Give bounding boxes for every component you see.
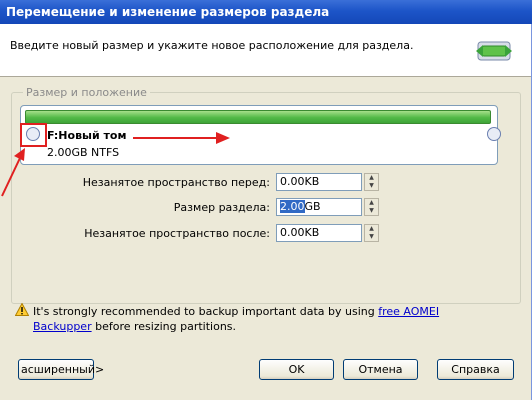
ok-button[interactable]: OK xyxy=(259,359,334,380)
right-resize-handle[interactable] xyxy=(487,127,501,141)
space-before-label: Незанятое пространство перед: xyxy=(82,176,270,189)
backup-warning: It's strongly recommended to backup impo… xyxy=(33,304,493,334)
size-value-selected: 2.00 xyxy=(280,200,305,213)
group-legend: Размер и положение xyxy=(23,86,150,99)
partition-info: 2.00GB NTFS xyxy=(47,146,120,159)
spin-down-icon[interactable]: ▼ xyxy=(365,182,378,190)
advanced-button[interactable]: асширенный> xyxy=(18,359,104,380)
spin-down-icon[interactable]: ▼ xyxy=(365,207,378,215)
dialog-window: Перемещение и изменение размеров раздела… xyxy=(0,0,532,400)
spin-down-icon[interactable]: ▼ xyxy=(365,233,378,241)
spin-up-icon[interactable]: ▲ xyxy=(365,225,378,233)
space-before-value: 0.00KB xyxy=(280,175,320,188)
space-before-input[interactable]: 0.00KB xyxy=(276,173,362,191)
resize-arrows-icon xyxy=(476,41,512,61)
window-title: Перемещение и изменение размеров раздела xyxy=(0,0,532,24)
cancel-button[interactable]: Отмена xyxy=(343,359,418,380)
warning-text-before: It's strongly recommended to backup impo… xyxy=(33,305,379,318)
space-after-value: 0.00KB xyxy=(280,226,320,239)
header-banner: Введите новый размер и укажите новое рас… xyxy=(0,24,531,77)
warning-icon xyxy=(15,303,29,316)
space-after-spinner[interactable]: ▲ ▼ xyxy=(364,224,379,242)
left-resize-handle[interactable] xyxy=(26,127,40,141)
size-label: Размер раздела: xyxy=(173,201,270,214)
size-spinner[interactable]: ▲ ▼ xyxy=(364,198,379,216)
banner-description: Введите новый размер и укажите новое рас… xyxy=(10,39,414,52)
partition-name: F:Новый том xyxy=(47,129,127,142)
space-after-input[interactable]: 0.00KB xyxy=(276,224,362,242)
size-value-unit: GB xyxy=(304,200,321,213)
help-button[interactable]: Справка xyxy=(437,359,514,380)
space-before-spinner[interactable]: ▲ ▼ xyxy=(364,173,379,191)
space-after-label: Незанятое пространство после: xyxy=(84,227,270,240)
size-input[interactable]: 2.00GB xyxy=(276,198,362,216)
partition-bar[interactable] xyxy=(25,110,491,124)
warning-text-after: before resizing partitions. xyxy=(91,320,237,333)
spin-up-icon[interactable]: ▲ xyxy=(365,199,378,207)
spin-up-icon[interactable]: ▲ xyxy=(365,174,378,182)
